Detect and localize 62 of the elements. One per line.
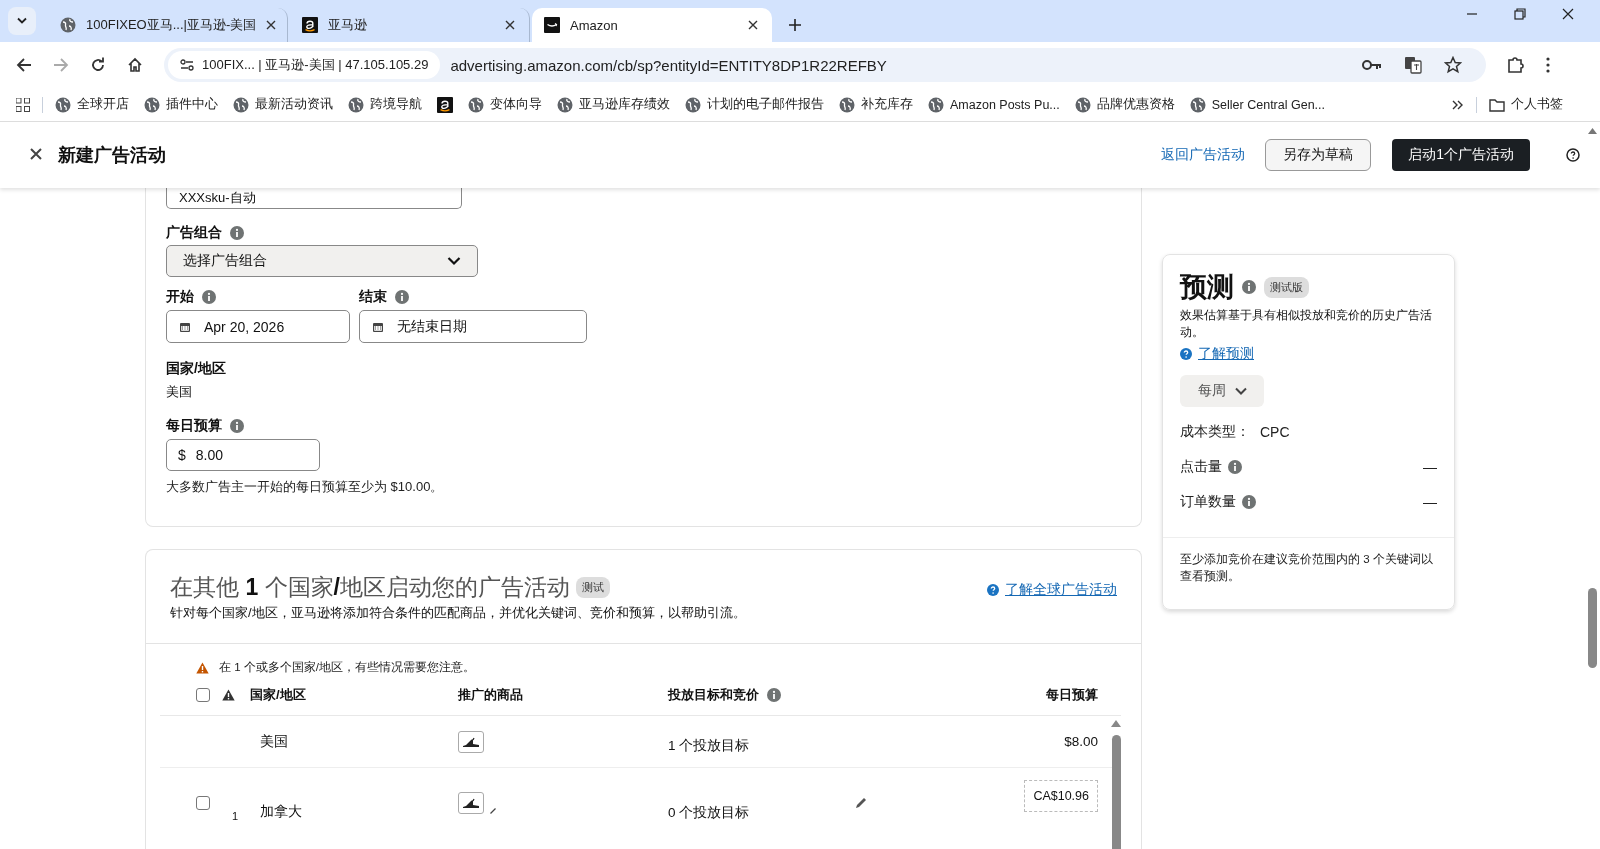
bookmark-item[interactable]: 品牌优惠资格	[1074, 96, 1175, 113]
column-header: 投放目标和竞价	[668, 686, 759, 704]
field-label: 每日预算	[166, 417, 222, 435]
date-field[interactable]: Apr 20, 2026	[166, 310, 350, 343]
column-header: 推广的商品	[458, 686, 523, 704]
field-label: 结束	[359, 288, 387, 306]
browser-tab[interactable]: 100FIXEO亚马...|亚马逊-美国	[48, 8, 288, 42]
cost-type-label: 成本类型：	[1180, 423, 1250, 441]
row-index: 1	[232, 810, 239, 822]
bookmark-item[interactable]: 计划的电子邮件报告	[685, 96, 824, 113]
column-header: 国家/地区	[250, 686, 306, 704]
bookmark-item[interactable]: 全球开店	[55, 96, 129, 113]
metric-label: 点击量	[1180, 458, 1222, 476]
field-label: 开始	[166, 288, 194, 306]
budget-input[interactable]: CA$10.96	[1024, 780, 1098, 812]
bookmark-item[interactable]: 变体向导	[468, 96, 542, 113]
table-cell: 美国	[260, 732, 288, 751]
bookmark-item[interactable]: 插件中心	[144, 96, 218, 113]
browser-tab[interactable]: Amazon	[532, 8, 772, 42]
field-label: 国家/地区	[166, 360, 227, 378]
bookmark-item[interactable]: Seller Central Gen...	[1189, 96, 1326, 113]
back-link[interactable]: 返回广告活动	[1161, 146, 1246, 164]
section-title: 在其他 1 个国家/地区启动您的广告活动	[170, 573, 570, 602]
metric-value: —	[1423, 494, 1437, 510]
cost-type-value: CPC	[1260, 424, 1290, 440]
page-title: 新建广告活动	[58, 144, 166, 167]
column-header: 每日预算	[1046, 686, 1098, 704]
budget-hint: 大多数广告主一开始的每日预算至少为 $10.00。	[166, 478, 445, 496]
name-field[interactable]: XXXsku-自动	[166, 188, 462, 209]
save-draft-button[interactable]: 另存为草稿	[1265, 139, 1372, 171]
metric-value: —	[1423, 459, 1437, 475]
bookmark-item[interactable]: 补充库存	[839, 96, 913, 113]
bookmark-folder[interactable]: 个人书签	[1489, 96, 1564, 113]
forecast-description: 效果估算基于具有相似投放和竞价的历史广告活动。	[1180, 307, 1433, 341]
portfolio-dropdown[interactable]: 选择广告组合	[166, 245, 478, 277]
section-description: 针对每个国家/地区，亚马逊将添加符合条件的匹配商品，并优化关键词、竞价和预算，以帮助引流。	[170, 604, 746, 622]
table-cell: 0 个投放目标	[668, 804, 750, 822]
beta-badge: 测试版	[1264, 276, 1309, 298]
browser-tab[interactable]: 亚马逊	[290, 8, 530, 42]
site-info-button[interactable]: 100FIX... | 亚马逊-美国 | 47.105.105.29	[168, 51, 441, 79]
learn-forecast-link[interactable]: 了解预测	[1198, 345, 1254, 363]
period-dropdown[interactable]: 每周	[1180, 375, 1264, 407]
forecast-note: 至少添加竞价在建议竞价范围内的 3 个关键词以查看预测。	[1179, 552, 1434, 584]
country-value: 美国	[166, 383, 193, 401]
forecast-title: 预测	[1180, 271, 1234, 304]
warning-text: 在 1 个或多个国家/地区，有些情况需要您注意。	[219, 660, 475, 675]
bookmark-item[interactable]: 亚马逊库存绩效	[557, 96, 670, 113]
bookmark-item[interactable]: Amazon Posts Pu...	[928, 96, 1060, 113]
metric-label: 订单数量	[1180, 493, 1236, 511]
table-cell: $8.00	[1064, 734, 1098, 749]
url-text: advertising.amazon.com/cb/sp?entityId=ENTITY8DP1R22REFBY	[450, 56, 887, 74]
table-cell: 1 个投放目标	[668, 736, 750, 755]
bookmark-item[interactable]: 跨境导航	[348, 96, 422, 113]
table-cell: 加拿大	[260, 803, 302, 821]
beta-badge: 测试	[575, 577, 610, 598]
bookmark-item[interactable]: 最新活动资讯	[233, 96, 333, 113]
date-field[interactable]: 无结束日期	[359, 310, 587, 343]
field-label: 广告组合	[166, 224, 222, 242]
learn-more-link[interactable]: 了解全球广告活动	[1005, 581, 1117, 599]
address-bar[interactable]: 100FIX... | 亚马逊-美国 | 47.105.105.29 advertising.amazon.com/cb/sp?entityId=ENTITY8DP1R22REFBY	[164, 48, 1486, 82]
budget-field[interactable]: $ 8.00	[166, 439, 320, 471]
launch-button[interactable]: 启动1个广告活动	[1392, 139, 1530, 171]
